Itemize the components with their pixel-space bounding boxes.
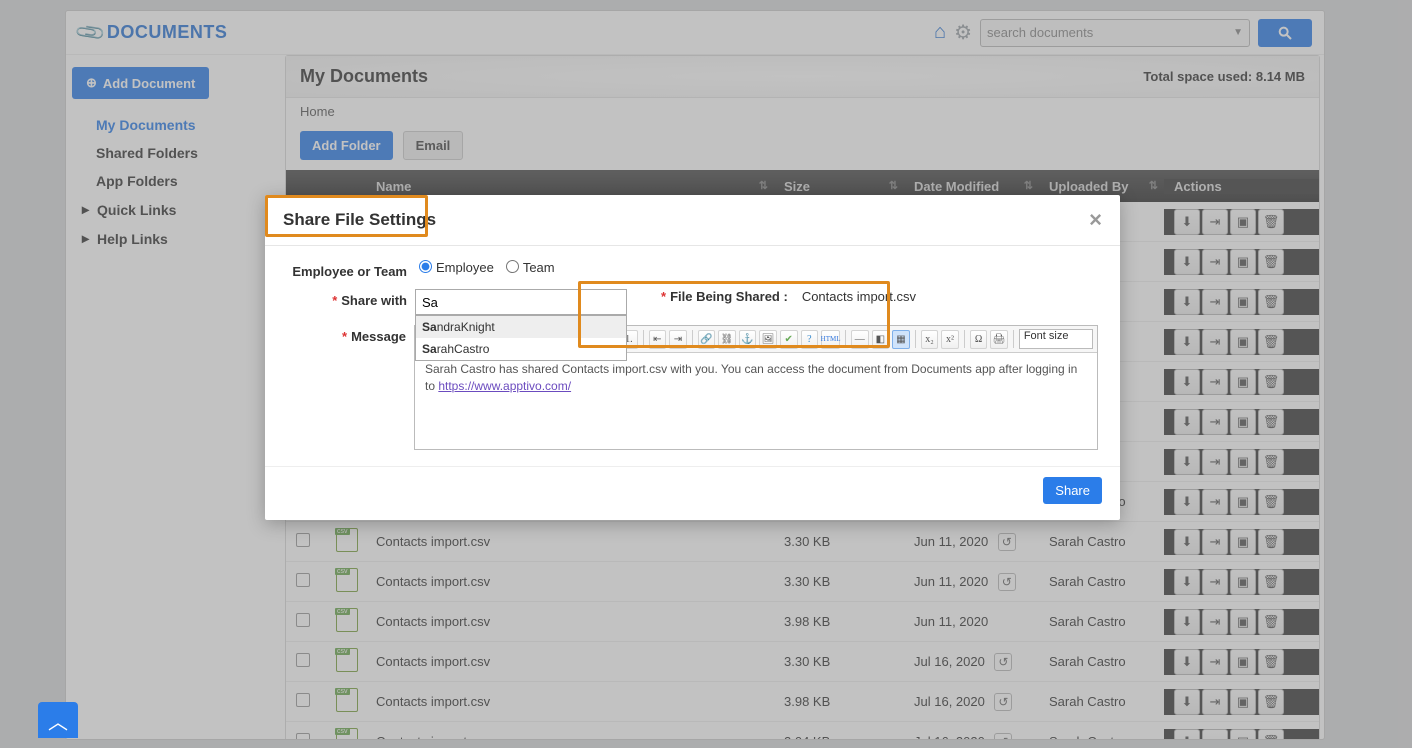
- scroll-top-button[interactable]: ︿: [38, 702, 78, 738]
- modal-title: Share File Settings: [283, 210, 436, 230]
- outdent-icon[interactable]: ⇤: [649, 330, 667, 349]
- employee-or-team-label: Employee or Team: [287, 260, 407, 279]
- autocomplete-item[interactable]: SandraKnight: [416, 316, 626, 338]
- autocomplete-item[interactable]: SarahCastro: [416, 338, 626, 360]
- hr-icon[interactable]: —: [851, 330, 869, 349]
- share-with-input[interactable]: [415, 289, 627, 315]
- team-radio[interactable]: [506, 260, 519, 273]
- share-with-label: Share with: [341, 293, 407, 308]
- team-label: Team: [523, 260, 555, 275]
- subscript-icon[interactable]: x₂: [921, 330, 939, 349]
- clean-icon[interactable]: ✔: [780, 330, 798, 349]
- anchor-icon[interactable]: ⚓: [739, 330, 757, 349]
- close-icon[interactable]: ×: [1089, 207, 1102, 233]
- omega-icon[interactable]: Ω: [970, 330, 988, 349]
- message-label: Message: [351, 329, 406, 344]
- help-icon[interactable]: ?: [801, 330, 819, 349]
- message-textarea[interactable]: Sarah Castro has shared Contacts import.…: [415, 353, 1097, 449]
- superscript-icon[interactable]: x²: [941, 330, 959, 349]
- unlink-icon[interactable]: ⛓: [718, 330, 736, 349]
- font-size-select[interactable]: Font size: [1019, 329, 1093, 349]
- message-link[interactable]: https://www.apptivo.com/: [438, 379, 571, 393]
- table-icon[interactable]: ▦: [892, 330, 910, 349]
- employee-label: Employee: [436, 260, 494, 275]
- link-icon[interactable]: 🔗: [698, 330, 716, 349]
- image-icon[interactable]: 🖼: [759, 330, 777, 349]
- share-button[interactable]: Share: [1043, 477, 1102, 504]
- eraser-icon[interactable]: ◧: [872, 330, 890, 349]
- employee-radio[interactable]: [419, 260, 432, 273]
- autocomplete-dropdown: SandraKnight SarahCastro: [415, 315, 627, 361]
- indent-icon[interactable]: ⇥: [669, 330, 687, 349]
- file-shared-label: File Being Shared :: [670, 289, 788, 304]
- file-shared-name: Contacts import.csv: [802, 289, 916, 304]
- html-icon[interactable]: HTML: [821, 330, 840, 349]
- print-icon[interactable]: 🖨: [990, 330, 1008, 349]
- share-file-modal: Share File Settings × Employee or Team E…: [265, 195, 1120, 520]
